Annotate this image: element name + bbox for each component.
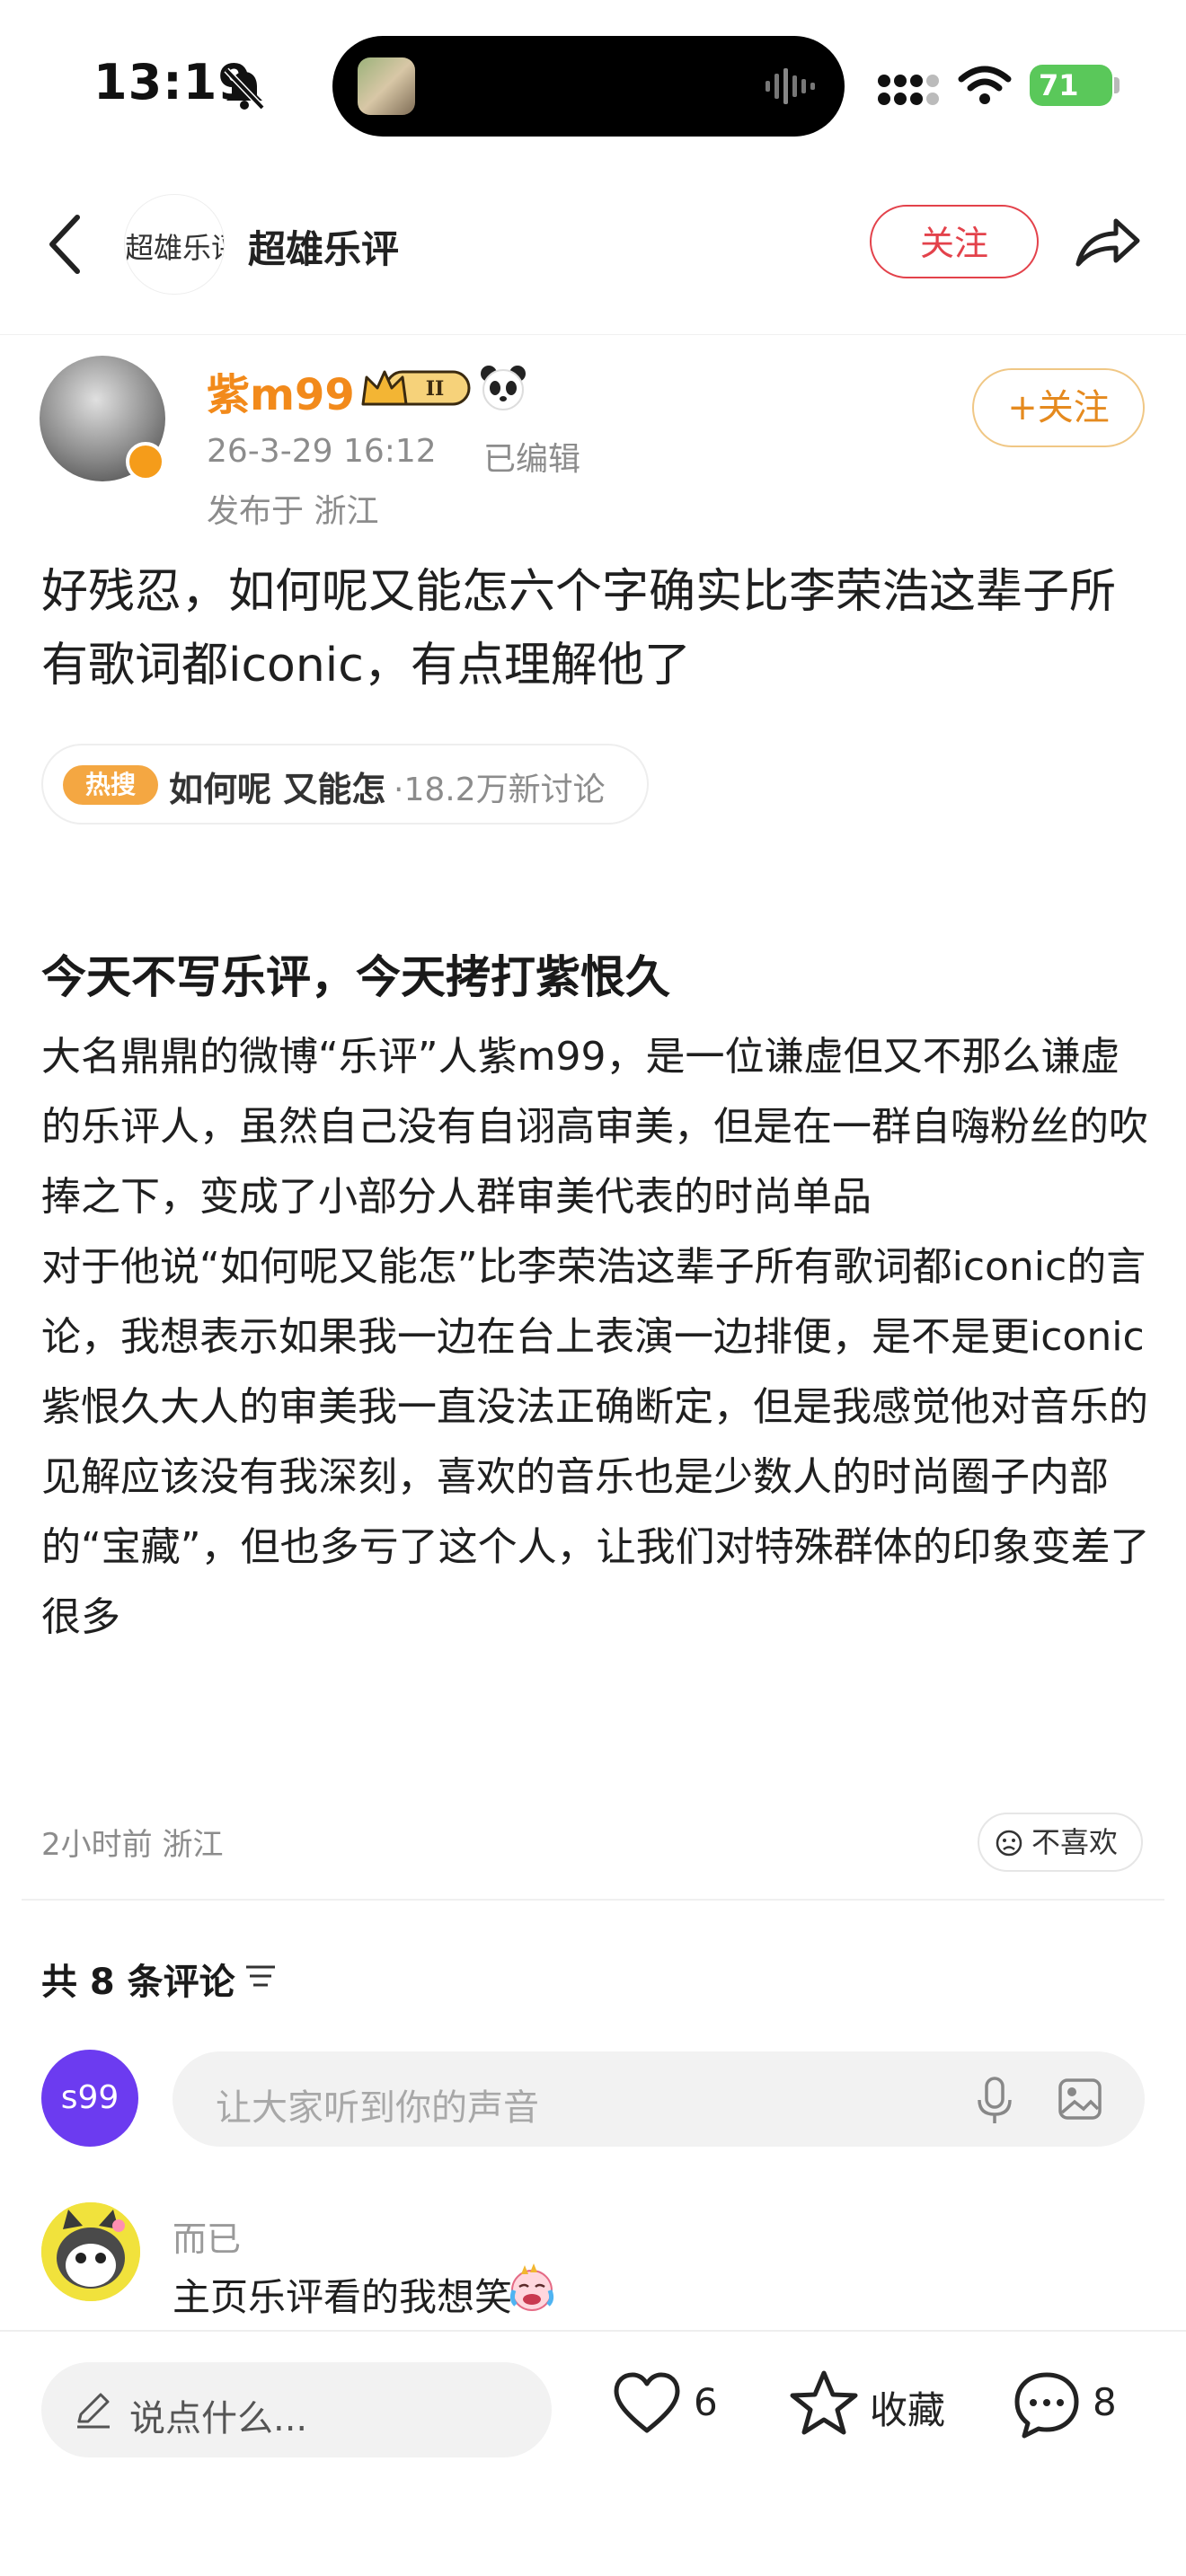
article-title: 今天不写乐评，今天拷打紫恨久 [41, 951, 670, 1003]
hot-search-topic: 如何呢 又能怎 [169, 770, 386, 809]
like-count: 6 [694, 2380, 718, 2424]
comment-bubble-icon[interactable] [1012, 2369, 1082, 2439]
reply-input-placeholder: 说点什么... [129, 2398, 308, 2439]
vip-level: II [426, 377, 445, 401]
article-meta: 2小时前 浙江 [41, 1827, 224, 1863]
channel-title[interactable]: 超雄乐评 [248, 219, 399, 274]
author-name[interactable]: 紫m99 [207, 359, 355, 422]
article-paragraph: 对于他说“如何呢又能怎”比李荣浩这辈子所有歌词都iconic的言论，我想表示如果… [41, 1244, 1146, 1360]
my-avatar: s99 [41, 2050, 138, 2147]
bottom-action-bar: 说点什么... 6 收藏 8 [0, 2330, 1186, 2576]
hot-search-count: ·18.2万新讨论 [394, 772, 606, 808]
channel-avatar-text: 超雄乐评 [125, 231, 224, 265]
edited-label[interactable]: 已编辑 [483, 433, 580, 480]
comment-username[interactable]: 而已 [173, 2211, 241, 2261]
comment-text: 主页乐评看的我想笑 [173, 2275, 513, 2319]
dislike-button[interactable]: 不喜欢 [978, 1813, 1143, 1872]
battery-cap [1114, 77, 1120, 93]
image-icon[interactable] [1057, 2077, 1103, 2122]
follow-author-button[interactable]: +关注 [972, 368, 1145, 447]
article-paragraph: 大名鼎鼎的微博“乐评”人紫m99，是一位谦虚但又不那么谦虚的乐评人，虽然自己没有… [41, 1034, 1148, 1220]
channel-avatar[interactable]: 超雄乐评 [124, 194, 225, 295]
cellular-signal-icon [878, 75, 939, 105]
crying-laugh-emoji-icon [509, 2263, 554, 2311]
article-body: 大名鼎鼎的微博“乐评”人紫m99，是一位谦虚但又不那么谦虚的乐评人，虽然自己没有… [41, 1022, 1155, 1653]
verified-badge-icon [126, 442, 165, 481]
back-icon[interactable] [40, 208, 93, 280]
comments-count-header: 共 8 条评论 [41, 1962, 235, 2003]
follow-channel-button[interactable]: 关注 [870, 205, 1039, 278]
like-heart-icon[interactable] [613, 2371, 681, 2436]
now-playing-thumbnail [358, 57, 415, 115]
comment-input-placeholder: 让大家听到你的声音 [216, 2087, 539, 2129]
bell-slash-icon [224, 67, 265, 110]
hot-search-badge: 热搜 [63, 765, 158, 805]
favorite-star-icon[interactable] [789, 2369, 859, 2438]
comment-count: 8 [1093, 2380, 1117, 2424]
post-time: 26-3-29 16:12 [207, 433, 437, 470]
commenter-avatar[interactable] [41, 2202, 140, 2301]
wifi-icon [958, 66, 1012, 104]
post-text: 好残忍，如何呢又能怎六个字确实比李荣浩这辈子所有歌词都iconic，有点理解他了 [41, 565, 1117, 693]
comment-input[interactable]: 让大家听到你的声音 [173, 2051, 1145, 2147]
cartoon-avatar-icon [41, 2202, 140, 2301]
share-icon[interactable] [1071, 207, 1145, 278]
article-paragraph: 紫恨久大人的审美我一直没法正确断定，但是我感觉他对音乐的见解应该没有我深刻，喜欢… [41, 1384, 1150, 1640]
nav-divider [0, 334, 1186, 335]
reply-input[interactable]: 说点什么... [41, 2362, 552, 2457]
frown-face-icon [996, 1830, 1022, 1857]
microphone-icon[interactable] [972, 2075, 1017, 2125]
favorite-label[interactable]: 收藏 [870, 2380, 945, 2435]
content-divider [22, 1899, 1164, 1901]
battery-level: 71 [1030, 65, 1112, 106]
pencil-icon [77, 2393, 110, 2429]
panda-icon [481, 366, 526, 410]
vip-crown-icon: II [361, 370, 471, 406]
post-location: 发布于 浙江 [207, 493, 379, 530]
audio-wave-icon [766, 68, 815, 104]
dislike-label: 不喜欢 [1031, 1825, 1119, 1859]
hot-search-chip[interactable]: 热搜 如何呢 又能怎 ·18.2万新讨论 [41, 744, 649, 825]
sort-icon[interactable] [243, 1962, 279, 1992]
dynamic-island [332, 36, 845, 137]
